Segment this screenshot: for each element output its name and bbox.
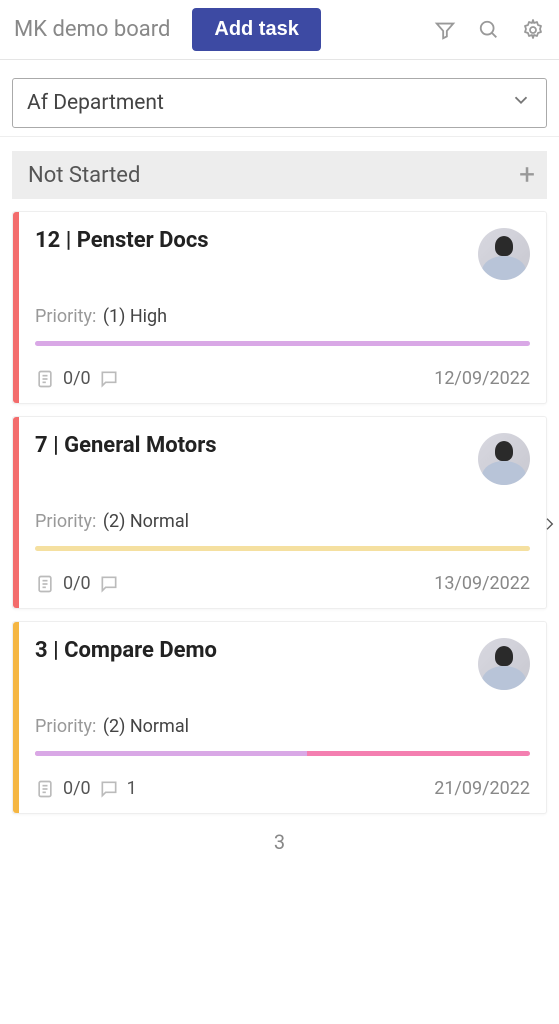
- filter-dropdown-container: Af Department: [0, 60, 559, 137]
- board-title: MK demo board: [14, 17, 170, 42]
- avatar[interactable]: [478, 228, 530, 280]
- priority-label: Priority:: [35, 716, 96, 737]
- next-column-button[interactable]: [541, 510, 557, 542]
- priority-value: (1) High: [103, 306, 167, 327]
- column-header: Not Started +: [12, 151, 547, 199]
- filter-icon[interactable]: [429, 14, 461, 46]
- checklist-icon: [35, 369, 55, 389]
- dropdown-selected: Af Department: [27, 91, 164, 115]
- checklist-count: 0/0: [63, 778, 91, 799]
- column-card-count: 3: [12, 814, 547, 870]
- task-card[interactable]: 3 | Compare Demo Priority: (2) Normal 0/…: [12, 621, 547, 814]
- chevron-down-icon: [510, 89, 532, 117]
- department-dropdown[interactable]: Af Department: [12, 78, 547, 128]
- priority-value: (2) Normal: [103, 511, 189, 532]
- comment-icon: [99, 574, 119, 594]
- column-title: Not Started: [28, 163, 140, 188]
- progress-bar: [35, 546, 530, 551]
- header-bar: MK demo board Add task: [0, 0, 559, 60]
- priority-label: Priority:: [35, 306, 96, 327]
- card-title: 7 | General Motors: [35, 433, 217, 458]
- card-date: 12/09/2022: [434, 368, 530, 389]
- checklist-icon: [35, 779, 55, 799]
- comment-icon: [99, 369, 119, 389]
- task-card[interactable]: 7 | General Motors Priority: (2) Normal …: [12, 416, 547, 609]
- checklist-count: 0/0: [63, 368, 91, 389]
- gear-icon[interactable]: [517, 14, 549, 46]
- card-title: 12 | Penster Docs: [35, 228, 209, 253]
- comment-count: 1: [127, 778, 137, 799]
- search-icon[interactable]: [473, 14, 505, 46]
- checklist-count: 0/0: [63, 573, 91, 594]
- priority-row: Priority: (2) Normal: [35, 511, 530, 532]
- card-date: 13/09/2022: [434, 573, 530, 594]
- kanban-column: Not Started + 12 | Penster Docs Priority…: [0, 137, 559, 870]
- progress-bar: [35, 751, 530, 756]
- checklist-icon: [35, 574, 55, 594]
- priority-value: (2) Normal: [103, 716, 189, 737]
- avatar[interactable]: [478, 433, 530, 485]
- add-task-button[interactable]: Add task: [192, 8, 320, 51]
- task-card[interactable]: 12 | Penster Docs Priority: (1) High 0/0: [12, 211, 547, 404]
- card-date: 21/09/2022: [434, 778, 530, 799]
- progress-bar: [35, 341, 530, 346]
- priority-row: Priority: (1) High: [35, 306, 530, 327]
- avatar[interactable]: [478, 638, 530, 690]
- card-title: 3 | Compare Demo: [35, 638, 217, 663]
- comment-icon: [99, 779, 119, 799]
- add-card-button[interactable]: +: [519, 161, 535, 189]
- priority-row: Priority: (2) Normal: [35, 716, 530, 737]
- priority-label: Priority:: [35, 511, 96, 532]
